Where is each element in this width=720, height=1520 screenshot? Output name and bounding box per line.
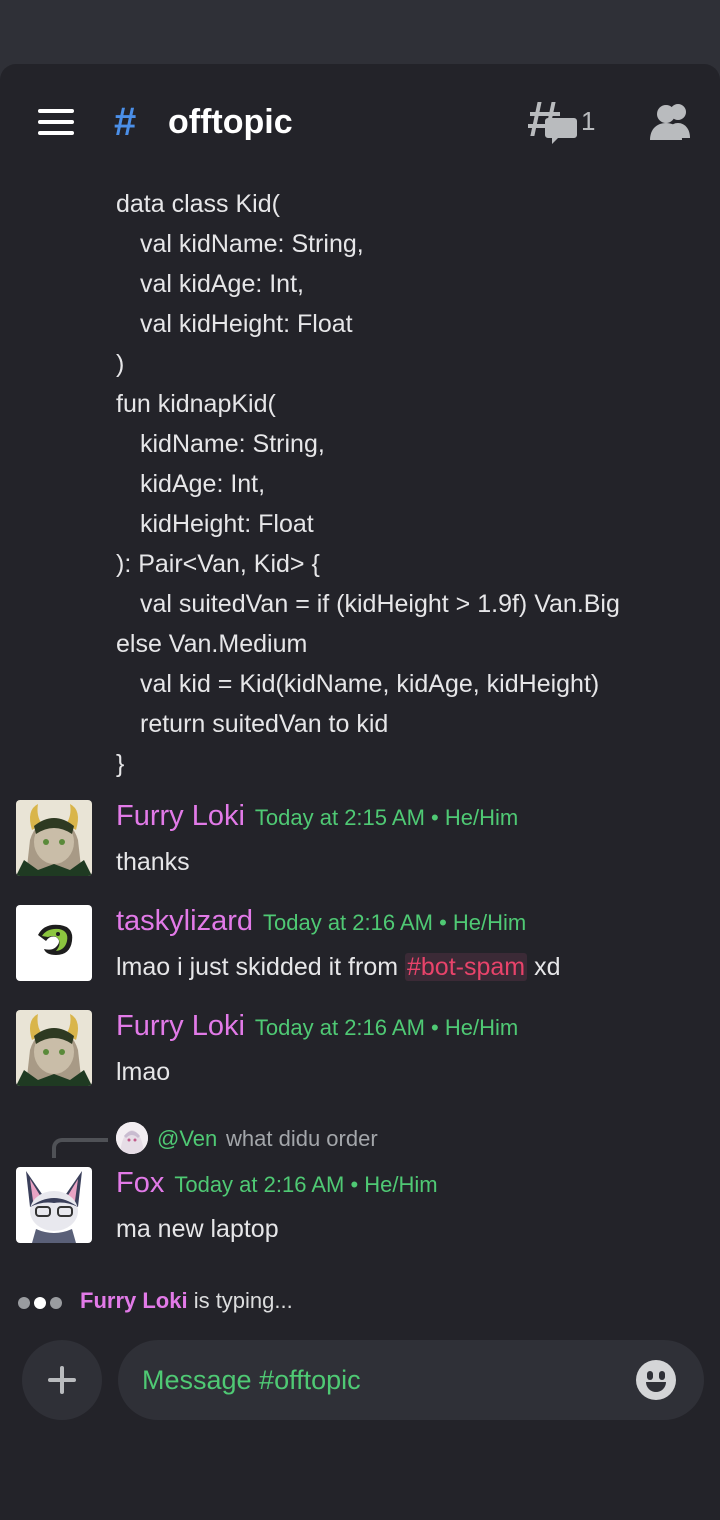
- channel-title: offtopic: [168, 103, 293, 141]
- typing-text: Furry Loki is typing...: [80, 1288, 293, 1314]
- code-line: val kid = Kid(kidName, kidAge, kidHeight…: [140, 670, 600, 698]
- author-name[interactable]: taskylizard: [116, 905, 253, 937]
- message-input[interactable]: [142, 1354, 622, 1406]
- threads-icon: [528, 102, 577, 144]
- message-meta: Today at 2:16 AM • He/Him: [174, 1172, 438, 1197]
- message-item: taskylizard Today at 2:16 AM • He/Him lma…: [0, 905, 720, 995]
- channel-hash-icon: #: [114, 100, 137, 144]
- message-meta: Today at 2:16 AM • He/Him: [263, 910, 527, 935]
- emoji-icon-mouth: [646, 1382, 666, 1392]
- code-line: kidHeight: Float: [140, 510, 314, 538]
- code-line: val kidHeight: Float: [140, 310, 353, 338]
- message-text: thanks: [116, 848, 190, 876]
- code-line: else Van.Medium: [116, 630, 308, 658]
- author-name[interactable]: Furry Loki: [116, 1010, 245, 1042]
- code-message: data class Kid( val kidName: String, val…: [116, 184, 696, 784]
- message-text-part: xd: [527, 953, 561, 981]
- code-line: }: [116, 750, 125, 778]
- message-text-part: lmao i just skidded it from: [116, 953, 405, 981]
- message-text: lmao: [116, 1058, 171, 1086]
- code-line: val kidName: String,: [140, 230, 364, 258]
- avatar-furry-loki[interactable]: [16, 1010, 92, 1086]
- message-header: Fox Today at 2:16 AM • He/Him: [116, 1167, 438, 1200]
- typing-dots-icon: [18, 1296, 66, 1314]
- typing-indicator: Furry Loki is typing...: [0, 1286, 720, 1316]
- code-line: ): [116, 350, 125, 378]
- message-header: taskylizard Today at 2:16 AM • He/Him: [116, 905, 526, 938]
- message-item: Fox Today at 2:16 AM • He/Him ma new lapt…: [0, 1167, 720, 1257]
- message-header: Furry Loki Today at 2:15 AM • He/Him: [116, 800, 518, 833]
- chat-screen: # offtopic 1 data class Kid(val kidName…: [0, 64, 720, 1520]
- add-attachment-button[interactable]: [22, 1340, 102, 1420]
- reply-username[interactable]: @Ven: [157, 1126, 217, 1152]
- message-text: lmao i just skidded it from #bot-spam xd: [116, 953, 560, 982]
- emoji-icon-eye: [659, 1371, 665, 1380]
- reply-avatar: [116, 1122, 148, 1154]
- code-line: ): Pair<Van, Kid> {: [116, 550, 320, 578]
- channel-header: # offtopic 1: [0, 64, 720, 179]
- typing-label: is typing...: [187, 1288, 293, 1313]
- ven-avatar-image: [116, 1122, 148, 1154]
- typing-username: Furry Loki: [80, 1288, 188, 1313]
- fox-avatar-image: [16, 1167, 92, 1243]
- code-line: val kidAge: Int,: [140, 270, 304, 298]
- message-meta: Today at 2:15 AM • He/Him: [254, 805, 519, 830]
- furry-loki-avatar-image: [16, 800, 92, 876]
- code-line: kidName: String,: [140, 430, 325, 458]
- furry-loki-avatar-image: [16, 1010, 92, 1086]
- author-name[interactable]: Furry Loki: [116, 800, 245, 832]
- code-line: fun kidnapKid(: [116, 390, 276, 418]
- threads-count: 1: [581, 106, 596, 136]
- message-header: Furry Loki Today at 2:16 AM • He/Him: [116, 1010, 518, 1043]
- threads-button[interactable]: 1: [528, 100, 598, 144]
- reply-snippet: what didu order: [226, 1126, 378, 1151]
- lizard-avatar-image: [16, 905, 92, 981]
- code-line: return suitedVan to kid: [140, 710, 389, 738]
- reply-preview[interactable]: @Ven what didu order: [0, 1122, 720, 1160]
- avatar-taskylizard[interactable]: [16, 905, 92, 981]
- reply-connector: [52, 1138, 108, 1158]
- emoji-picker-button[interactable]: [636, 1360, 676, 1400]
- author-name[interactable]: Fox: [116, 1167, 164, 1199]
- message-composer[interactable]: [118, 1340, 704, 1420]
- code-line: val suitedVan = if (kidHeight > 1.9f) Va…: [140, 590, 620, 618]
- message-item: Furry Loki Today at 2:15 AM • He/Him than…: [0, 800, 720, 890]
- hamburger-menu-icon[interactable]: [38, 109, 74, 135]
- channel-mention-link[interactable]: #bot-spam: [405, 953, 528, 981]
- code-line: data class Kid(: [116, 190, 280, 218]
- message-meta: Today at 2:16 AM • He/Him: [254, 1015, 519, 1040]
- avatar-fox[interactable]: [16, 1167, 92, 1243]
- message-item: Furry Loki Today at 2:16 AM • He/Him lmao: [0, 1010, 720, 1100]
- members-icon: [650, 104, 690, 140]
- avatar-furry-loki[interactable]: [16, 800, 92, 876]
- code-line: kidAge: Int,: [140, 470, 266, 498]
- emoji-icon: [647, 1371, 653, 1380]
- members-button[interactable]: [650, 102, 694, 142]
- message-text: ma new laptop: [116, 1215, 279, 1243]
